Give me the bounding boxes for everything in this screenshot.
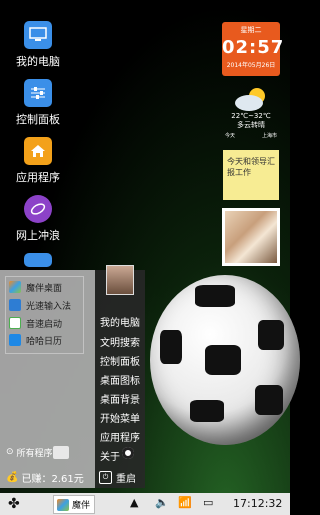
restart-label: 重启 <box>116 474 136 485</box>
wifi-icon[interactable]: 📶 <box>178 496 192 509</box>
computer-icon <box>24 21 52 49</box>
desktop-icon-partial[interactable] <box>8 253 68 267</box>
desktop-icon-my-computer[interactable]: 我的电脑 <box>8 21 68 69</box>
menu-link-desktop-icons[interactable]: 桌面图标 <box>100 372 140 387</box>
weather-condition: 多云转晴 <box>237 121 265 129</box>
weather-city: 上海市 <box>261 133 277 139</box>
weather-day: 今天 <box>225 133 236 139</box>
input-method-icon <box>9 299 21 311</box>
clock-day: 星期二 <box>240 26 262 34</box>
start-app-label: 魔伴桌面 <box>26 283 63 294</box>
menu-link-desktop-background[interactable]: 桌面背景 <box>100 391 140 406</box>
calendar-icon <box>9 334 21 346</box>
up-arrow-icon[interactable]: ▲ <box>130 496 138 509</box>
battery-icon[interactable]: ▭ <box>203 496 213 509</box>
chat-icon <box>24 253 52 267</box>
start-app-label: 哈哈日历 <box>26 336 63 347</box>
desktop-icon-control-panel[interactable]: 控制面板 <box>8 79 68 127</box>
desktop-icon-label: 我的电脑 <box>16 55 60 68</box>
weather-widget[interactable]: 22℃~32℃ 多云转晴 今天 上海市 <box>222 84 280 142</box>
user-avatar[interactable] <box>106 265 134 295</box>
start-button-clover-icon[interactable]: ✤ <box>8 496 20 512</box>
desktop-icon-browser[interactable]: 网上冲浪 <box>8 195 68 243</box>
home-icon <box>24 137 52 165</box>
about-toggle-knob[interactable] <box>122 447 134 459</box>
menu-link-applications[interactable]: 应用程序 <box>100 429 140 444</box>
start-app-item[interactable]: 光速输入法 <box>9 297 71 313</box>
arrow-right-icon: ⊙ <box>6 447 14 457</box>
menu-link-my-computer[interactable]: 我的电脑 <box>100 314 140 329</box>
all-programs-label: 所有程序 <box>16 448 53 459</box>
sliders-icon <box>24 79 52 107</box>
earnings-label: 已赚：2.61元 <box>21 474 84 485</box>
all-programs-toggle[interactable] <box>53 446 69 459</box>
desktop-icon-label: 控制面板 <box>16 113 60 126</box>
menu-link-search[interactable]: 文明搜索 <box>100 334 140 349</box>
power-icon: ⏻ <box>99 471 112 484</box>
soccer-ball-wallpaper <box>150 275 300 445</box>
menu-link-start-menu[interactable]: 开始菜单 <box>100 410 140 425</box>
taskbar-task-label: 魔伴 <box>72 501 91 511</box>
photo-image <box>225 211 277 263</box>
clock-widget[interactable]: 星期二 02:57 2014年05月26日 <box>222 22 285 76</box>
clock-time: 02:57 <box>222 37 285 58</box>
start-app-label: 光速输入法 <box>26 301 72 312</box>
browser-icon <box>24 195 52 223</box>
start-app-item[interactable]: 哈哈日历 <box>9 332 62 348</box>
desktop-icon-applications[interactable]: 应用程序 <box>8 137 68 185</box>
photo-frame-widget[interactable] <box>222 208 280 266</box>
desktop-icon-label: 网上冲浪 <box>16 229 60 242</box>
start-app-item[interactable]: 魔伴桌面 <box>9 279 62 295</box>
speaker-icon[interactable]: 🔈 <box>155 496 169 509</box>
note-text: 今天和领导汇报工作 <box>227 157 275 177</box>
start-app-label: 音速启动 <box>26 319 63 330</box>
menu-link-about[interactable]: 关于 <box>100 448 120 463</box>
restart-button[interactable]: ⏻ 重启 <box>99 470 136 485</box>
earnings-display: 💰 已赚：2.61元 <box>6 470 84 485</box>
mobanzhuomian-icon <box>9 281 21 293</box>
start-app-item[interactable]: 音速启动 <box>9 315 62 331</box>
menu-link-control-panel[interactable]: 控制面板 <box>100 353 140 368</box>
clock-date: 2014年05月26日 <box>226 62 276 69</box>
sticky-note-widget[interactable]: 今天和领导汇报工作 <box>223 150 279 200</box>
taskbar-clock[interactable]: 17:12:32 <box>233 497 282 510</box>
taskbar-task-moban[interactable]: 魔伴 <box>53 495 95 514</box>
launcher-icon <box>9 317 21 329</box>
desktop-icon-label: 应用程序 <box>16 171 60 184</box>
moban-icon <box>57 498 69 511</box>
cloud-sun-icon <box>235 88 265 111</box>
weather-temp: 22℃~32℃ <box>231 112 271 120</box>
taskbar: ✤ 魔伴 ▲ 🔈 📶 ▭ 17:12:32 <box>0 493 290 515</box>
money-icon: 💰 <box>6 472 19 483</box>
